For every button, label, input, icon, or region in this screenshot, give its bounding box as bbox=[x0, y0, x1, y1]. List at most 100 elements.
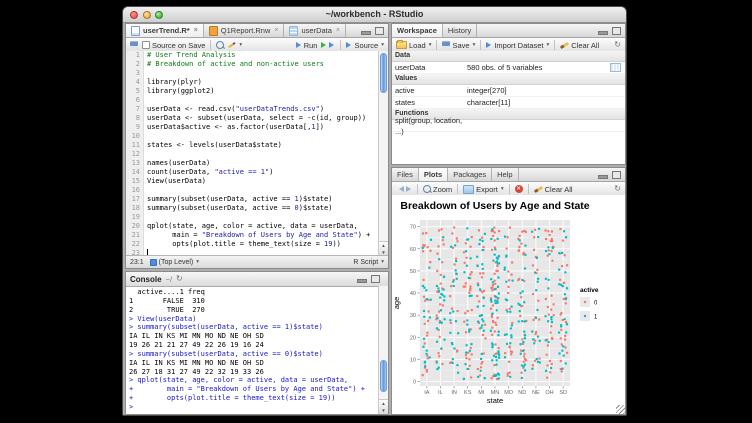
maximize-pane-icon[interactable] bbox=[612, 171, 621, 179]
console-input-line: > View(userData) bbox=[129, 315, 378, 324]
close-tab-icon[interactable]: × bbox=[274, 27, 278, 34]
code-line: 22 opts(plot.title = theme_text(size = 1… bbox=[126, 240, 378, 249]
import-dataset-button[interactable]: Import Dataset▾ bbox=[486, 41, 549, 50]
section-header-values: Values bbox=[392, 74, 625, 85]
code-tools-button[interactable]: ▾ bbox=[228, 42, 242, 48]
previous-plot-button[interactable] bbox=[396, 186, 402, 192]
scrollbar-thumb[interactable] bbox=[380, 360, 387, 392]
plots-tabbar: FilesPlotsPackagesHelp bbox=[392, 168, 625, 182]
workspace-row[interactable]: activeinteger[270] bbox=[392, 85, 625, 97]
minimize-pane-icon[interactable] bbox=[598, 31, 608, 35]
console-output-line: IA IL IN KS MI MN MO ND NE OH SD bbox=[129, 332, 378, 341]
source-button[interactable]: Source▾ bbox=[346, 41, 384, 50]
code-line: 9userData$active <- as.factor(userData[,… bbox=[126, 123, 378, 132]
maximize-pane-icon[interactable] bbox=[612, 27, 621, 35]
editor-scrollbar[interactable]: ▲▼ bbox=[378, 51, 388, 256]
resize-grip-icon[interactable] bbox=[616, 405, 625, 414]
code-text: # Breakdown of active and non-active use… bbox=[144, 60, 324, 69]
scrollbar-thumb[interactable] bbox=[380, 53, 387, 93]
titlebar[interactable]: ~/workbench - RStudio bbox=[123, 7, 626, 23]
export-icon bbox=[463, 185, 474, 194]
source-icon bbox=[346, 42, 354, 48]
minimize-pane-icon[interactable] bbox=[361, 31, 371, 35]
toolbar-separator bbox=[528, 184, 529, 194]
zoom-window-button[interactable] bbox=[155, 11, 163, 19]
data-grid-icon bbox=[289, 26, 298, 36]
run-icon bbox=[296, 42, 304, 48]
tab-history[interactable]: History bbox=[443, 24, 477, 37]
line-number: 4 bbox=[126, 78, 144, 87]
code-line: 14count(userData, "active == 1") bbox=[126, 168, 378, 177]
code-line: 15View(userData) bbox=[126, 177, 378, 186]
console-pane: Console ~/ ↻ active....1 freq1 FALSE 310… bbox=[125, 271, 389, 415]
workspace-row[interactable]: statescharacter[11] bbox=[392, 97, 625, 109]
view-data-grid-icon[interactable] bbox=[610, 63, 621, 72]
close-tab-icon[interactable]: × bbox=[336, 27, 340, 34]
line-number: 10 bbox=[126, 132, 144, 141]
toolbar-separator bbox=[436, 40, 437, 50]
console-input-line: > qplot(state, age, color = active, data… bbox=[129, 376, 378, 385]
find-button[interactable] bbox=[216, 41, 224, 49]
code-line: 11states <- levels(userData$state) bbox=[126, 141, 378, 150]
editor-tab-q1report-rnw[interactable]: Q1Report.Rnw× bbox=[204, 24, 285, 37]
maximize-pane-icon[interactable] bbox=[371, 275, 380, 283]
minimize-pane-icon[interactable] bbox=[598, 175, 608, 179]
code-text: summary(subset(userData, active == 0)$st… bbox=[144, 204, 332, 213]
file-type-label: R Script bbox=[353, 259, 378, 266]
clear-all-button[interactable]: Clear All bbox=[560, 41, 599, 50]
close-tab-icon[interactable]: × bbox=[194, 27, 198, 34]
minimize-window-button[interactable] bbox=[143, 11, 151, 19]
source-on-save-checkbox[interactable]: Source on Save bbox=[142, 41, 205, 50]
svg-text:40: 40 bbox=[410, 291, 416, 297]
console-output[interactable]: active....1 freq1 FALSE 3102 TRUE 270> V… bbox=[126, 286, 378, 414]
editor-tab-userdata[interactable]: userData× bbox=[284, 24, 346, 37]
tab-workspace[interactable]: Workspace bbox=[392, 24, 443, 37]
plot-canvas[interactable]: Breakdown of Users by Age and State01020… bbox=[392, 195, 625, 414]
save-button[interactable] bbox=[130, 41, 138, 49]
tab-files[interactable]: Files bbox=[392, 168, 419, 181]
code-line: 8userData <- subset(userData, select = -… bbox=[126, 114, 378, 123]
workspace-row[interactable]: split(group, location, ...) bbox=[392, 120, 625, 132]
scope-selector[interactable]: (Top Level)▾ bbox=[150, 259, 199, 266]
line-number: 9 bbox=[126, 123, 144, 132]
code-editor[interactable]: 1# User Trend Analysis2# Breakdown of ac… bbox=[126, 51, 378, 256]
refresh-icon[interactable]: ↻ bbox=[614, 185, 621, 193]
close-window-button[interactable] bbox=[130, 11, 138, 19]
svg-text:MO: MO bbox=[504, 390, 514, 396]
refresh-icon[interactable]: ↻ bbox=[614, 41, 621, 49]
broom-icon bbox=[560, 41, 569, 48]
rstudio-window: ~/workbench - RStudio userTrend.R*×Q1Rep… bbox=[122, 6, 627, 416]
maximize-pane-icon[interactable] bbox=[375, 27, 384, 35]
toolbar-separator bbox=[210, 40, 211, 50]
console-scrollbar[interactable]: ▲▼ bbox=[378, 286, 388, 414]
remove-plot-button[interactable]: ✕ bbox=[515, 185, 523, 193]
scrollbar-arrows[interactable]: ▲▼ bbox=[379, 241, 388, 256]
minimize-pane-icon[interactable] bbox=[357, 279, 367, 283]
export-plot-button[interactable]: Export▾ bbox=[463, 185, 503, 194]
tab-packages[interactable]: Packages bbox=[448, 168, 492, 181]
tab-plots[interactable]: Plots bbox=[419, 168, 448, 181]
load-button[interactable]: Load▾ bbox=[396, 41, 431, 50]
workspace-row[interactable]: userData580 obs. of 5 variables bbox=[392, 62, 625, 74]
editor-tab-usertrend-r-[interactable]: userTrend.R*× bbox=[126, 24, 204, 37]
code-text: library(ggplot2) bbox=[144, 87, 214, 96]
scrollbar-arrows[interactable]: ▲▼ bbox=[379, 399, 388, 414]
console-open-icon[interactable]: ↻ bbox=[176, 275, 183, 283]
console-path: ~/ bbox=[166, 275, 172, 284]
workspace-pane: WorkspaceHistory Load▾ Save▾ Import Data… bbox=[391, 23, 626, 165]
clear-plots-button[interactable]: Clear All bbox=[534, 185, 573, 194]
rerun-button[interactable] bbox=[321, 42, 335, 48]
line-number: 22 bbox=[126, 240, 144, 249]
file-type-selector[interactable]: R Script▾ bbox=[353, 259, 384, 266]
run-button[interactable]: Run bbox=[296, 41, 318, 50]
line-number: 13 bbox=[126, 159, 144, 168]
next-plot-button[interactable] bbox=[406, 186, 412, 192]
sweave-icon bbox=[209, 26, 218, 36]
zoom-plot-button[interactable]: Zoom bbox=[423, 185, 452, 194]
load-label: Load bbox=[409, 41, 426, 50]
editor-tabbar: userTrend.R*×Q1Report.Rnw×userData× bbox=[126, 24, 388, 38]
code-line: 16 bbox=[126, 186, 378, 195]
toolbar-separator bbox=[554, 40, 555, 50]
tab-help[interactable]: Help bbox=[492, 168, 518, 181]
save-workspace-button[interactable]: Save▾ bbox=[442, 41, 475, 50]
